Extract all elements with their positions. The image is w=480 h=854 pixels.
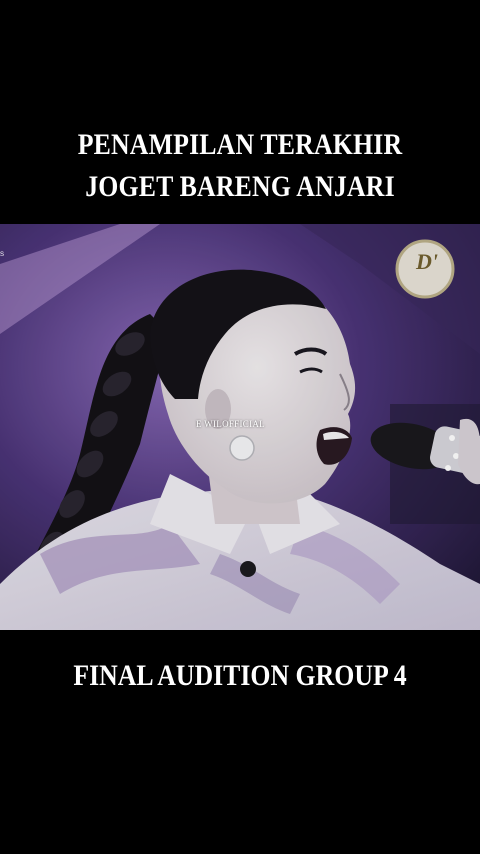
show-logo-text: D' [416, 249, 438, 274]
caption-line-1: PENAMPILAN TERAKHIR [77, 128, 403, 161]
caption-line-2: JOGET BARENG ANJARI [85, 170, 395, 203]
caption-subtitle: FINAL AUDITION GROUP 4 [73, 659, 407, 692]
caption-title: PENAMPILAN TERAKHIR JOGET BARENG ANJARI [34, 124, 447, 208]
screen-corner-label: S [0, 252, 5, 258]
watermark: E WILOFFICIAL [196, 419, 265, 429]
